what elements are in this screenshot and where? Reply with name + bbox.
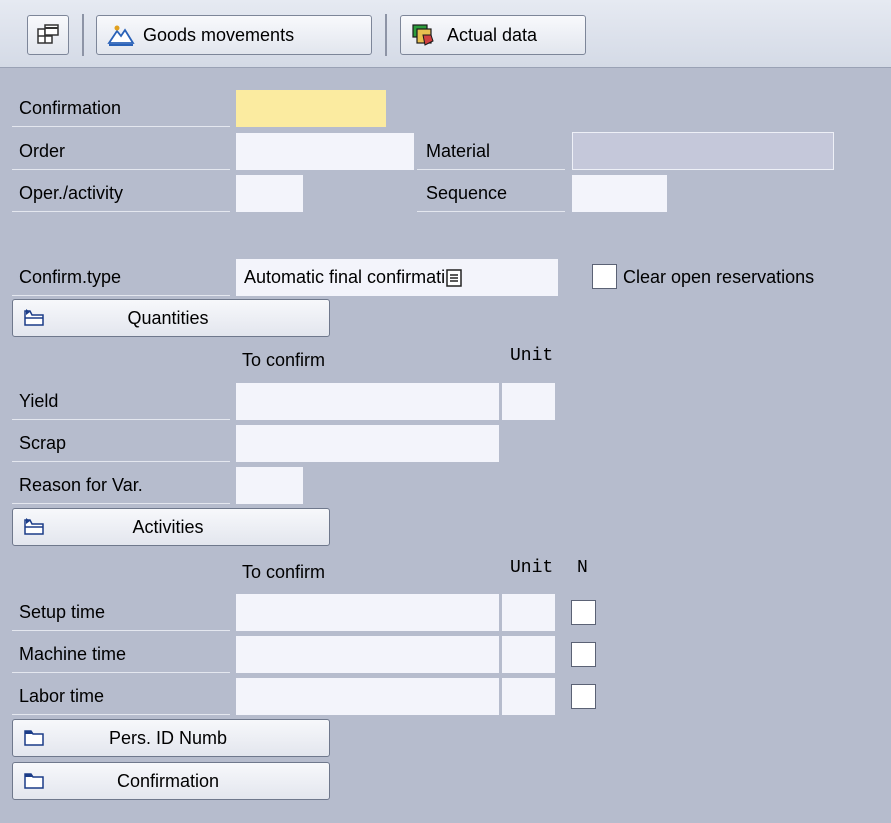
confirm-type-label: Confirm.type (12, 259, 230, 296)
material-field (572, 132, 834, 170)
confirmation-label: Confirmation (12, 90, 230, 127)
toolbar-separator (385, 14, 387, 56)
confirmation-field[interactable] (236, 90, 386, 127)
reason-for-variance-field[interactable] (236, 467, 303, 504)
scrap-label: Scrap (12, 425, 230, 462)
pers-id-number-button[interactable]: Pers. ID Numb (12, 719, 330, 757)
confirmation-detail-label: Confirmation (116, 770, 220, 791)
folder-open-icon (23, 517, 47, 537)
labor-time-checkbox[interactable] (571, 684, 596, 709)
machine-time-field[interactable] (236, 636, 499, 673)
setup-time-label: Setup time (12, 594, 230, 631)
material-label: Material (417, 133, 565, 170)
unit-column-header: Unit (510, 346, 554, 366)
mountain-icon (107, 25, 135, 46)
goods-movements-button[interactable]: Goods movements (96, 15, 372, 55)
labor-time-field[interactable] (236, 678, 499, 715)
unit-column-header: Unit (510, 558, 554, 578)
quantities-label: Quantities (127, 307, 209, 328)
yield-label: Yield (12, 383, 230, 420)
order-field[interactable] (236, 133, 414, 170)
dropdown-list-icon (446, 268, 462, 287)
confirm-type-value: Automatic final confirmati (244, 267, 446, 287)
activities-label: Activities (132, 516, 204, 537)
scrap-field[interactable] (236, 425, 499, 462)
to-confirm-column-header: To confirm (242, 349, 326, 370)
sequence-field[interactable] (572, 175, 667, 212)
actual-data-label: Actual data (447, 24, 538, 45)
oper-activity-field[interactable] (236, 175, 303, 212)
toolbar-separator (82, 14, 84, 56)
pers-id-number-label: Pers. ID Numb (108, 727, 228, 748)
folder-closed-icon (23, 771, 47, 791)
oper-activity-label: Oper./activity (12, 175, 230, 212)
yield-unit-field[interactable] (502, 383, 555, 420)
setup-time-field[interactable] (236, 594, 499, 631)
n-column-header: N (577, 558, 588, 578)
labor-time-unit-field[interactable] (502, 678, 555, 715)
machine-time-label: Machine time (12, 636, 230, 673)
overview-button[interactable] (27, 15, 69, 55)
quantities-section-button[interactable]: Quantities (12, 299, 330, 337)
flag-hand-icon (412, 24, 434, 46)
folder-closed-icon (23, 728, 47, 748)
machine-time-unit-field[interactable] (502, 636, 555, 673)
setup-time-unit-field[interactable] (502, 594, 555, 631)
window-grid-icon (37, 24, 59, 44)
order-label: Order (12, 133, 230, 170)
application-toolbar: Goods movements Actual data (0, 0, 891, 68)
reason-for-variance-label: Reason for Var. (12, 467, 230, 504)
actual-data-button[interactable]: Actual data (400, 15, 586, 55)
goods-movements-label: Goods movements (143, 24, 295, 45)
activities-section-button[interactable]: Activities (12, 508, 330, 546)
confirmation-detail-button[interactable]: Confirmation (12, 762, 330, 800)
clear-reservations-label: Clear open reservations (623, 266, 815, 287)
setup-time-checkbox[interactable] (571, 600, 596, 625)
labor-time-label: Labor time (12, 678, 230, 715)
confirm-type-dropdown[interactable]: Automatic final confirmati (236, 259, 558, 296)
to-confirm-column-header: To confirm (242, 561, 326, 582)
clear-reservations-checkbox[interactable] (592, 264, 617, 289)
sequence-label: Sequence (417, 175, 565, 212)
yield-field[interactable] (236, 383, 499, 420)
folder-open-icon (23, 308, 47, 328)
machine-time-checkbox[interactable] (571, 642, 596, 667)
